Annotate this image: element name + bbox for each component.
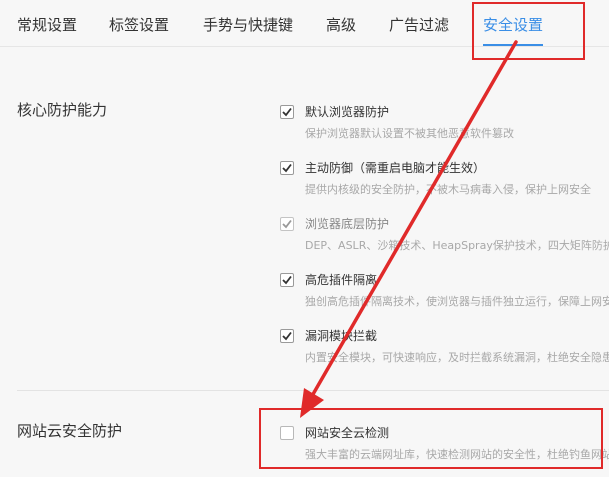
option-description: 强大丰富的云端网址库，快速检测网站的安全性，杜绝钓鱼网站 (305, 448, 609, 461)
option-description: 保护浏览器默认设置不被其他恶意软件篡改 (305, 127, 514, 140)
checkbox-website-cloud-check[interactable] (280, 426, 294, 440)
option-label: 主动防御（需重启电脑才能生效） (305, 161, 486, 175)
section-divider (17, 390, 609, 391)
checkbox-high-risk-plugin-isolation[interactable] (280, 273, 294, 287)
tab-gestures-shortcuts[interactable]: 手势与快捷键 (203, 14, 293, 35)
checkbox-browser-low-level-protection[interactable] (280, 217, 294, 231)
checkbox-default-browser-protection[interactable] (280, 105, 294, 119)
tab-tabs[interactable]: 标签设置 (109, 14, 169, 35)
option-default-browser-protection[interactable]: 默认浏览器防护 保护浏览器默认设置不被其他恶意软件篡改 (280, 105, 609, 151)
option-active-defense[interactable]: 主动防御（需重启电脑才能生效） 提供内核级的安全防护，不被木马病毒入侵，保护上网… (280, 161, 609, 207)
option-label: 漏洞模块拦截 (305, 329, 378, 343)
active-tab-underline (483, 44, 543, 46)
checkbox-vulnerability-module-interception[interactable] (280, 329, 294, 343)
section-title-website-cloud-protection: 网站云安全防护 (17, 422, 123, 440)
section-title-core-protection: 核心防护能力 (17, 101, 108, 119)
option-vulnerability-module-interception[interactable]: 漏洞模块拦截 内置安全模块，可快速响应，及时拦截系统漏洞，杜绝安全隐患 (280, 329, 609, 375)
option-description: 提供内核级的安全防护，不被木马病毒入侵，保护上网安全 (305, 183, 591, 196)
option-description: DEP、ASLR、沙箱技术、HeapSpray保护技术，四大矩阵防护 (305, 239, 609, 252)
option-description: 内置安全模块，可快速响应，及时拦截系统漏洞，杜绝安全隐患 (305, 351, 609, 364)
settings-tab-bar: 常规设置 标签设置 手势与快捷键 高级 广告过滤 安全设置 (0, 0, 609, 47)
option-label: 默认浏览器防护 (305, 105, 390, 119)
tab-security[interactable]: 安全设置 (483, 14, 543, 35)
option-label: 高危插件隔离 (305, 273, 378, 287)
option-description: 独创高危插件隔离技术，使浏览器与插件独立运行，保障上网安全 (305, 295, 609, 308)
option-high-risk-plugin-isolation[interactable]: 高危插件隔离 独创高危插件隔离技术，使浏览器与插件独立运行，保障上网安全 (280, 273, 609, 319)
option-browser-low-level-protection[interactable]: 浏览器底层防护 DEP、ASLR、沙箱技术、HeapSpray保护技术，四大矩阵… (280, 217, 609, 263)
tab-ad-filter[interactable]: 广告过滤 (389, 14, 449, 35)
tab-advanced[interactable]: 高级 (326, 14, 356, 35)
option-label: 网站安全云检测 (305, 426, 390, 440)
tab-general[interactable]: 常规设置 (17, 14, 77, 35)
checkbox-active-defense[interactable] (280, 161, 294, 175)
option-website-cloud-check[interactable]: 网站安全云检测 强大丰富的云端网址库，快速检测网站的安全性，杜绝钓鱼网站 (280, 426, 609, 472)
option-label: 浏览器底层防护 (305, 217, 390, 231)
